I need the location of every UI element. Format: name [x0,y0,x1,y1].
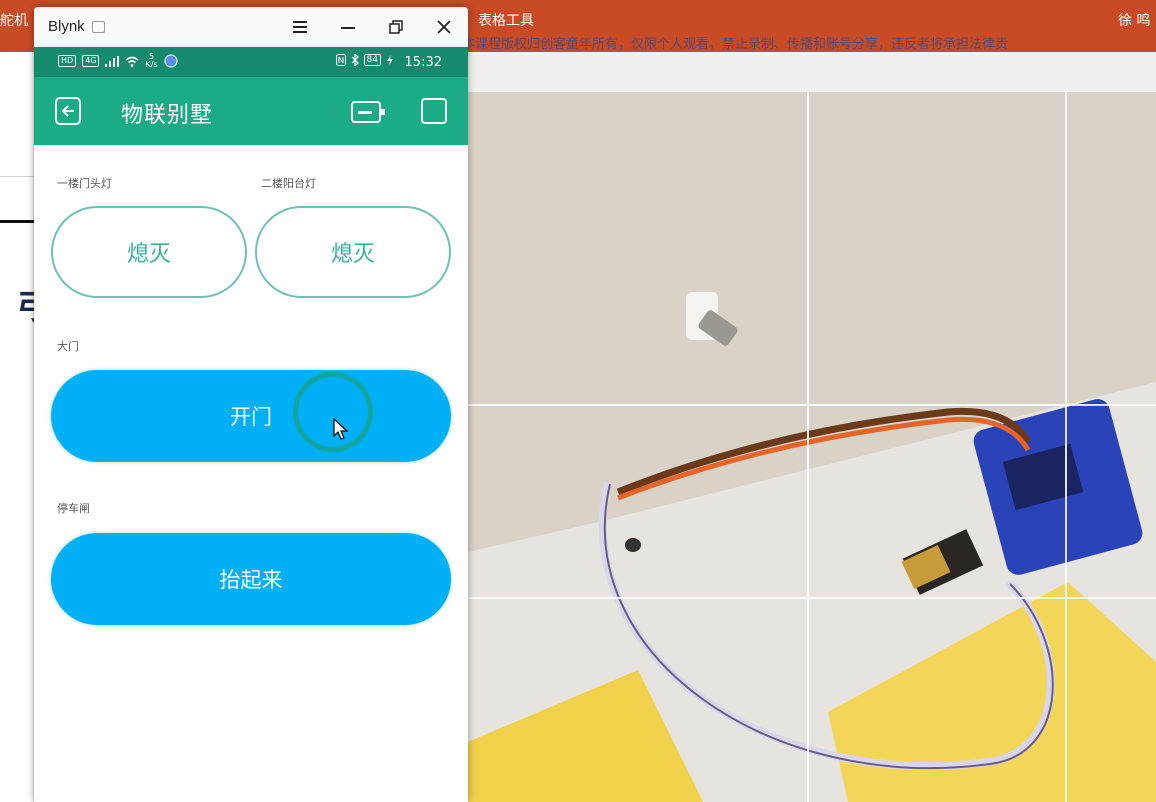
mouse-pointer-icon [333,418,349,440]
close-icon [437,20,451,34]
garage-button[interactable]: 抬起来 [51,533,451,625]
light2-label: 二楼阳台灯 [261,177,316,190]
app-toolbar: 物联别墅 [34,77,468,145]
net-speed-unit: K/s [145,60,158,69]
minimize-icon [341,27,355,29]
ribbon-tab-table-tools[interactable]: 表格工具 [478,10,534,30]
click-highlight-ring [293,372,373,452]
light1-button[interactable]: 熄灭 [51,206,247,298]
garage-button-text: 抬起来 [219,568,283,592]
gate-label: 大门 [57,340,79,353]
gate-button[interactable]: 开门 [51,370,451,462]
bluetooth-icon [351,54,359,66]
net-speed: 5 K/s [145,53,157,69]
phone-status-bar: HD 4G 5 K/s 84 15:32 [34,47,468,77]
stop-icon[interactable] [420,97,448,125]
blynk-window: Blynk HD 4G 5 K/s 84 15:32 物联别墅 一楼门头灯 二楼… [34,7,468,802]
status-time: 15:32 [404,55,442,70]
copyright-banner: 【版权声明】本课程版权归创客童年所有，仅限个人观看，禁止录制、传播和账号分享，违… [384,37,1009,52]
menu-icon [293,21,307,33]
window-titlebar[interactable]: Blynk [34,7,468,47]
garage-label: 停车闸 [57,502,90,515]
board-hole [625,538,641,552]
dashboard-canvas: 一楼门头灯 二楼阳台灯 熄灭 熄灭 大门 开门 停车闸 抬起来 [34,145,468,802]
document-left-strip: 弓 [0,52,50,802]
close-button[interactable] [428,13,460,41]
network-badge-hd: HD [58,55,77,67]
video-scene [468,92,1156,802]
window-title: Blynk [48,18,85,35]
minimize-button[interactable] [332,13,364,41]
restore-button[interactable] [380,13,412,41]
gate-button-text: 开门 [230,405,272,429]
light1-label: 一楼门头灯 [57,177,112,190]
light2-button[interactable]: 熄灭 [255,206,451,298]
signal-icon [105,55,120,67]
light1-button-text: 熄灭 [126,242,171,267]
ribbon-left-text: 舵机 [0,13,28,29]
app-notification-icon [164,54,178,68]
ribbon-user-name[interactable]: 徐 鸣 [1118,10,1150,30]
divider [0,220,34,223]
network-badge-4g: 4G [82,55,100,67]
exit-icon[interactable] [54,96,84,126]
divider [0,176,34,177]
pin-icon[interactable] [92,21,105,33]
light2-button-text: 熄灭 [330,242,375,267]
menu-button[interactable] [284,13,316,41]
battery-level: 84 [363,54,381,66]
charging-icon [387,55,393,65]
device-icon[interactable] [350,99,386,125]
camera-video-feed [468,52,1156,802]
restore-icon [389,20,403,34]
project-title: 物联别墅 [121,103,214,128]
wifi-icon [125,56,139,67]
nfc-icon [335,54,346,66]
